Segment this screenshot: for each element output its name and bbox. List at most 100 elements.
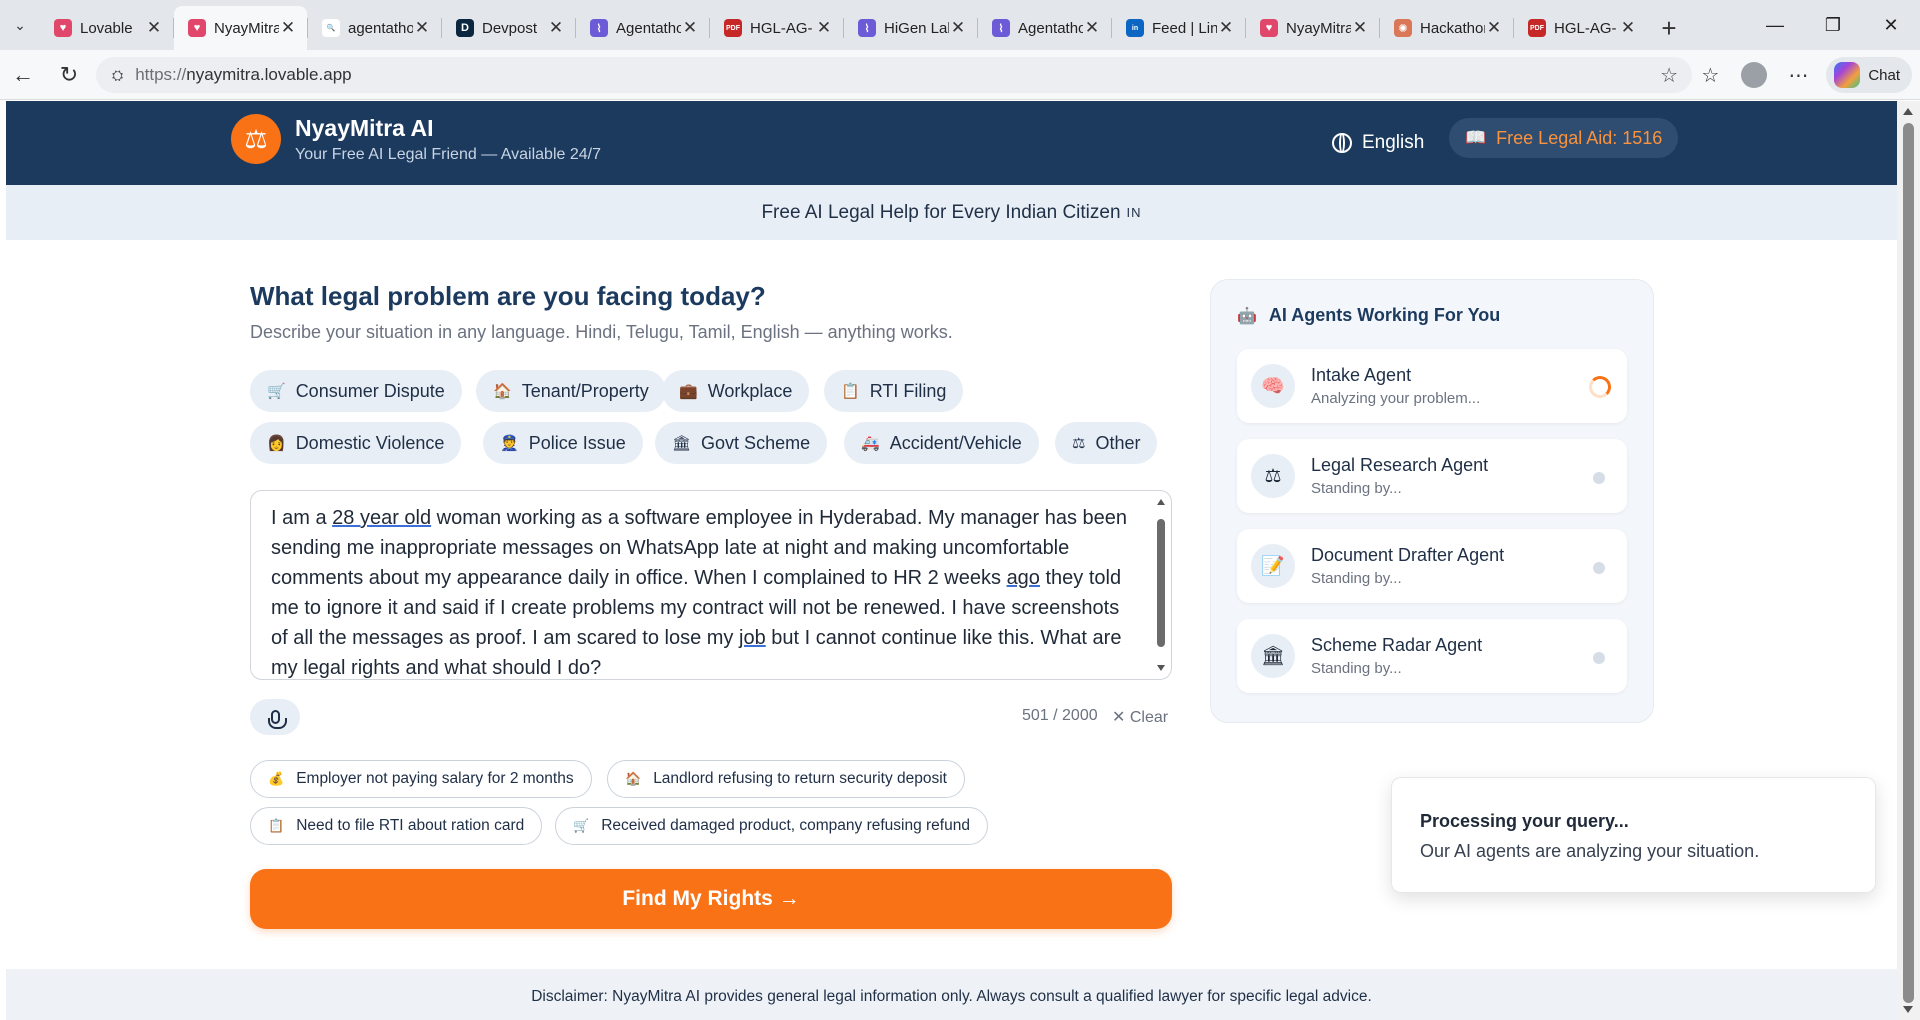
browser-tab[interactable]: in Feed | LinkedIn✕: [1112, 6, 1245, 50]
toast-title: Processing your query...: [1420, 811, 1629, 831]
category-chip[interactable]: 🛒 Consumer Dispute: [250, 370, 462, 412]
tab-close-icon[interactable]: ✕: [1217, 18, 1235, 38]
site-info-icon[interactable]: ⛭: [112, 67, 123, 84]
browser-tab[interactable]: ⌇ HiGen Lab ✕: [844, 6, 977, 50]
question-heading: What legal problem are you facing today?: [250, 281, 766, 311]
tab-close-icon[interactable]: ✕: [681, 18, 699, 38]
category-chip[interactable]: 📋 RTI Filing: [824, 370, 964, 412]
tab-title: Feed | LinkedIn: [1152, 19, 1217, 37]
agent-name: Scheme Radar Agent: [1311, 635, 1483, 655]
page-scrollbar[interactable]: [1897, 101, 1920, 1020]
tab-close-icon[interactable]: ✕: [1485, 18, 1503, 38]
agent-name: Document Drafter Agent: [1311, 545, 1505, 565]
category-chip[interactable]: 🚑 Accident/Vehicle: [844, 422, 1039, 464]
agent-card: 🧠 Intake Agent Analyzing your problem...: [1237, 349, 1627, 423]
agent-card: 🏛 Scheme Radar Agent Standing by...: [1237, 619, 1627, 693]
address-bar[interactable]: ⛭ https://nyaymitra.lovable.app ☆: [96, 57, 1692, 93]
browser-tab[interactable]: ⌇ Agentathon✕: [978, 6, 1111, 50]
copilot-chat-button[interactable]: Chat: [1826, 57, 1912, 93]
india-flag-icon: IN: [1126, 205, 1142, 220]
category-chip[interactable]: 👩 Domestic Violence: [250, 422, 462, 464]
example-label: Landlord refusing to return security dep…: [653, 770, 947, 787]
textarea-scrollbar[interactable]: [1155, 495, 1167, 675]
agents-panel: 🤖 AI Agents Working For You 🧠 Intake Agen…: [1210, 279, 1654, 723]
tab-title: HGL-AG-: [750, 19, 813, 37]
bookmark-star-icon[interactable]: ☆: [1660, 63, 1678, 88]
browser-tab[interactable]: PDF HGL-AG- ✕: [710, 6, 843, 50]
tab-close-icon[interactable]: ✕: [949, 18, 967, 38]
agent-card: 📝 Document Drafter Agent Standing by...: [1237, 529, 1627, 603]
find-my-rights-button[interactable]: Find My Rights →: [250, 869, 1172, 929]
example-prompt-chip[interactable]: 🏠 Landlord refusing to return security de…: [607, 760, 965, 798]
browser-tab[interactable]: ♥ NyayMitra ✕: [1246, 6, 1379, 50]
browser-right-tools: ☆ ⋯ Chat: [1688, 50, 1920, 100]
status-dot: [1593, 562, 1605, 574]
example-prompt-chip[interactable]: 🛒 Received damaged product, company refus…: [555, 807, 988, 845]
tab-close-icon[interactable]: ✕: [547, 18, 565, 38]
status-dot: [1593, 652, 1605, 664]
clear-button[interactable]: ✕ Clear: [1112, 707, 1168, 727]
new-tab-button[interactable]: +: [1647, 6, 1691, 50]
tab-close-icon[interactable]: ✕: [413, 18, 431, 38]
category-chip[interactable]: 🏛 Govt Scheme: [655, 422, 828, 464]
profile-avatar[interactable]: [1732, 55, 1776, 95]
brand-tagline: Your Free AI Legal Friend — Available 24…: [295, 146, 601, 163]
url-host: nyaymitra.lovable.app: [186, 65, 352, 84]
agent-name: Legal Research Agent: [1311, 455, 1489, 475]
example-label: Received damaged product, company refusi…: [601, 817, 970, 834]
browser-tab[interactable]: ✺ Hackathon ✕: [1380, 6, 1513, 50]
tab-favicon-icon: ⌇: [992, 19, 1010, 37]
category-icon: 🏠: [493, 383, 512, 400]
category-label: Accident/Vehicle: [889, 432, 1022, 453]
category-icon: 👮: [500, 435, 519, 452]
robot-icon: 🤖: [1237, 307, 1257, 325]
tab-close-icon[interactable]: ✕: [1351, 18, 1369, 38]
back-arrow-icon[interactable]: ←: [0, 55, 46, 95]
category-label: Other: [1095, 432, 1141, 453]
category-icon: ⚖: [1072, 435, 1086, 452]
category-chip[interactable]: 💼 Workplace: [662, 370, 810, 412]
scales-logo-icon: ⚖: [231, 114, 281, 164]
tab-close-icon[interactable]: ✕: [279, 18, 297, 38]
example-icon: 🛒: [573, 818, 590, 833]
language-selector[interactable]: English: [1332, 125, 1424, 161]
tab-close-icon[interactable]: ✕: [815, 18, 833, 38]
example-prompt-chip[interactable]: 📋 Need to file RTI about ration card: [250, 807, 543, 845]
tab-favicon-icon: ♥: [1260, 19, 1278, 37]
problem-textarea[interactable]: I am a 28 year old woman working as a so…: [250, 490, 1172, 680]
microphone-button[interactable]: [250, 699, 300, 735]
browser-tab[interactable]: ⌇ Agentathon✕: [576, 6, 709, 50]
reload-icon[interactable]: ↻: [46, 55, 92, 95]
example-icon: 💰: [268, 771, 285, 786]
tab-favicon-icon: D: [456, 19, 474, 37]
browser-tab[interactable]: ♥ Lovable ✕: [40, 6, 173, 50]
tab-favicon-icon: ♥: [188, 19, 206, 37]
tab-close-icon[interactable]: ✕: [1619, 18, 1637, 38]
tab-search-chevron-icon[interactable]: ⌄: [0, 0, 40, 50]
more-menu-icon[interactable]: ⋯: [1776, 55, 1820, 95]
browser-tab[interactable]: 🔍 agentathon✕: [308, 6, 441, 50]
tab-title: HiGen Lab: [884, 19, 949, 37]
tab-close-icon[interactable]: ✕: [145, 18, 163, 38]
category-icon: 🛒: [267, 383, 286, 400]
close-window-icon[interactable]: ✕: [1862, 0, 1920, 50]
window-controls: — ❐ ✕: [1746, 0, 1920, 50]
aid-badge-label: Free Legal Aid: 1516: [1496, 127, 1663, 148]
example-prompt-chip[interactable]: 💰 Employer not paying salary for 2 months: [250, 760, 592, 798]
restore-icon[interactable]: ❐: [1804, 0, 1862, 50]
browser-tab[interactable]: PDF HGL-AG- ✕: [1514, 6, 1647, 50]
tab-title: NyayMitra: [214, 19, 279, 37]
tab-close-icon[interactable]: ✕: [1083, 18, 1101, 38]
agents-title-text: AI Agents Working For You: [1268, 305, 1501, 325]
browser-tab[interactable]: D Devpost ✕: [442, 6, 575, 50]
category-chip[interactable]: 🏠 Tenant/Property: [476, 370, 666, 412]
minimize-icon[interactable]: —: [1746, 0, 1804, 50]
browser-tab-strip: ⌄ ♥Lovable✕♥NyayMitra✕🔍agentathon✕DDevpo…: [0, 0, 1920, 50]
category-chip[interactable]: ⚖ Other: [1055, 422, 1158, 464]
favorites-icon[interactable]: ☆: [1688, 55, 1732, 95]
category-chip[interactable]: 👮 Police Issue: [483, 422, 643, 464]
free-legal-aid-badge[interactable]: 📖 Free Legal Aid: 1516: [1449, 118, 1678, 158]
character-counter: 501 / 2000: [1022, 707, 1098, 724]
tab-favicon-icon: ⌇: [590, 19, 608, 37]
browser-tab[interactable]: ♥ NyayMitra ✕: [174, 6, 307, 50]
